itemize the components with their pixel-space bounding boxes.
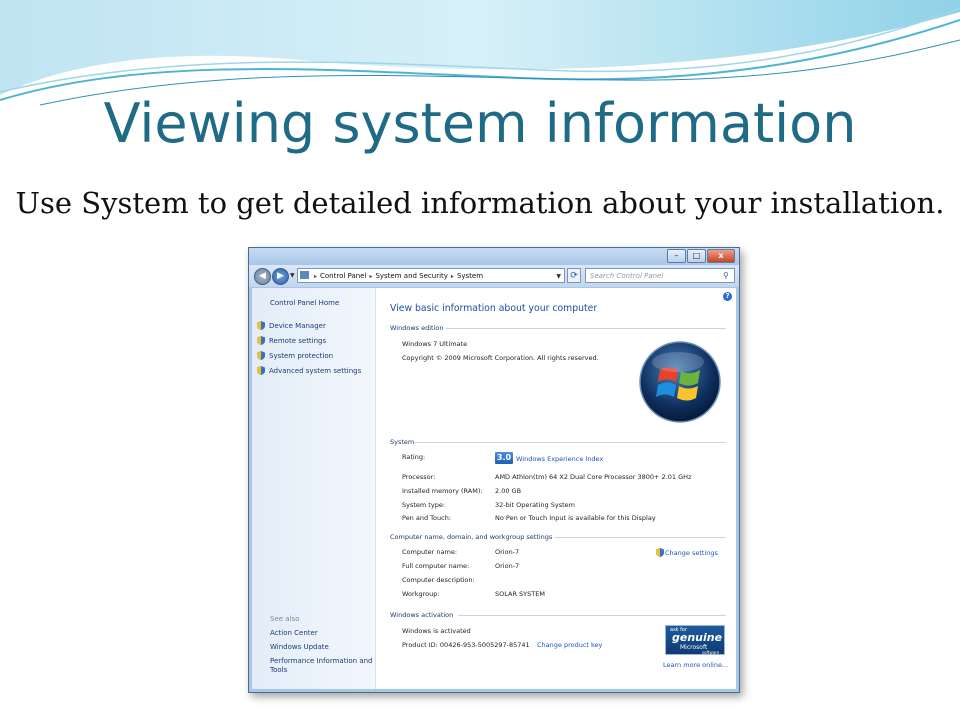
workgroup-label: Workgroup: bbox=[402, 590, 440, 598]
caption-buttons: – □ x bbox=[666, 249, 735, 263]
back-arrow-icon[interactable]: ◀ bbox=[254, 268, 271, 285]
change-settings-link[interactable]: Change settings bbox=[656, 548, 718, 557]
window-content: Control Panel Home Device Manager Remote… bbox=[252, 288, 736, 689]
processor-value: AMD Athlon(tm) 64 X2 Dual Core Processor… bbox=[495, 473, 692, 481]
search-input[interactable] bbox=[585, 268, 735, 283]
shield-icon bbox=[257, 366, 265, 375]
chevron-right-icon[interactable]: ▸ bbox=[451, 273, 454, 280]
system-type-value: 32-bit Operating System bbox=[495, 501, 575, 509]
slide-title: Viewing system information bbox=[103, 92, 857, 155]
recent-pages-dropdown-icon[interactable]: ▼ bbox=[290, 272, 295, 279]
windows-logo-icon bbox=[639, 341, 721, 423]
genuine-microsoft-badge[interactable]: ask for genuine Microsoft software bbox=[665, 625, 725, 655]
full-computer-name-value: Orion-7 bbox=[495, 562, 520, 570]
window-caption-bar[interactable]: – □ x bbox=[249, 248, 739, 264]
shield-icon bbox=[257, 336, 265, 345]
action-center-link[interactable]: Action Center bbox=[270, 629, 318, 637]
performance-information-link[interactable]: Performance Information and bbox=[270, 657, 373, 665]
search-icon[interactable]: ⚲ bbox=[723, 271, 729, 280]
learn-more-online-link[interactable]: Learn more online... bbox=[663, 661, 728, 669]
change-product-key-link[interactable]: Change product key bbox=[537, 641, 602, 649]
ram-value: 2.00 GB bbox=[495, 487, 522, 495]
breadcrumb-control-panel[interactable]: Control Panel bbox=[320, 272, 366, 280]
system-protection-link[interactable]: System protection bbox=[257, 351, 333, 360]
control-panel-icon bbox=[300, 271, 309, 279]
pen-touch-label: Pen and Touch: bbox=[402, 514, 452, 522]
refresh-icon[interactable]: ⟳ bbox=[567, 268, 581, 283]
pen-touch-value: No Pen or Touch Input is available for t… bbox=[495, 514, 656, 522]
see-also-label: See also bbox=[270, 615, 300, 623]
activation-status: Windows is activated bbox=[402, 627, 471, 635]
processor-label: Processor: bbox=[402, 473, 436, 481]
ram-label: Installed memory (RAM): bbox=[402, 487, 483, 495]
main-pane: ? View basic information about your comp… bbox=[376, 288, 736, 689]
system-type-label: System type: bbox=[402, 501, 446, 509]
breadcrumb-system-and-security[interactable]: System and Security bbox=[375, 272, 447, 280]
product-id: Product ID: 00426-953-5005297-85741 bbox=[402, 641, 530, 649]
slide-subtitle: Use System to get detailed information a… bbox=[15, 186, 945, 220]
left-task-pane: Control Panel Home Device Manager Remote… bbox=[252, 288, 376, 689]
copyright-text: Copyright © 2009 Microsoft Corporation. … bbox=[402, 354, 599, 362]
close-button[interactable]: x bbox=[707, 249, 735, 263]
windows-update-link[interactable]: Windows Update bbox=[270, 643, 329, 651]
device-manager-link[interactable]: Device Manager bbox=[257, 321, 326, 330]
control-panel-home-link[interactable]: Control Panel Home bbox=[270, 299, 339, 307]
full-computer-name-label: Full computer name: bbox=[402, 562, 470, 570]
chevron-right-icon[interactable]: ▸ bbox=[369, 273, 372, 280]
page-heading: View basic information about your comput… bbox=[390, 303, 598, 314]
breadcrumb-system[interactable]: System bbox=[457, 272, 483, 280]
rating-label: Rating: bbox=[402, 453, 426, 461]
performance-information-link-tools[interactable]: Tools bbox=[270, 666, 287, 674]
section-divider bbox=[446, 328, 726, 329]
help-icon[interactable]: ? bbox=[723, 292, 732, 301]
rating-badge[interactable]: 3.0 bbox=[495, 452, 513, 464]
section-windows-activation: Windows activation bbox=[390, 611, 454, 619]
shield-icon bbox=[257, 351, 265, 360]
chevron-right-icon[interactable]: ▸ bbox=[314, 273, 317, 280]
shield-icon bbox=[656, 548, 664, 557]
remote-settings-link[interactable]: Remote settings bbox=[257, 336, 326, 345]
shield-icon bbox=[257, 321, 265, 330]
section-divider bbox=[414, 442, 726, 443]
workgroup-value: SOLAR SYSTEM bbox=[495, 590, 545, 598]
computer-name-value: Orion-7 bbox=[495, 548, 520, 556]
edition-name: Windows 7 Ultimate bbox=[402, 340, 468, 348]
computer-name-label: Computer name: bbox=[402, 548, 458, 556]
navigation-bar: ◀ ▶ ▼ ▸ Control Panel ▸ System and Security… bbox=[249, 265, 739, 287]
address-bar[interactable]: ▸ Control Panel ▸ System and Security ▸ Syste… bbox=[297, 268, 565, 283]
section-divider bbox=[554, 537, 726, 538]
windows-experience-index-link[interactable]: Windows Experience Index bbox=[516, 455, 603, 463]
section-computer-name: Computer name, domain, and workgroup set… bbox=[390, 533, 553, 541]
section-system: System bbox=[390, 438, 415, 446]
advanced-system-settings-link[interactable]: Advanced system settings bbox=[257, 366, 361, 375]
maximize-button[interactable]: □ bbox=[687, 249, 706, 263]
address-dropdown-icon[interactable]: ▼ bbox=[556, 269, 561, 282]
forward-arrow-icon[interactable]: ▶ bbox=[272, 268, 289, 285]
minimize-button[interactable]: – bbox=[667, 249, 686, 263]
system-window: – □ x ◀ ▶ ▼ ▸ Control Panel ▸ System and Se… bbox=[248, 247, 740, 693]
section-windows-edition: Windows edition bbox=[390, 324, 444, 332]
section-divider bbox=[458, 615, 726, 616]
computer-description-label: Computer description: bbox=[402, 576, 475, 584]
